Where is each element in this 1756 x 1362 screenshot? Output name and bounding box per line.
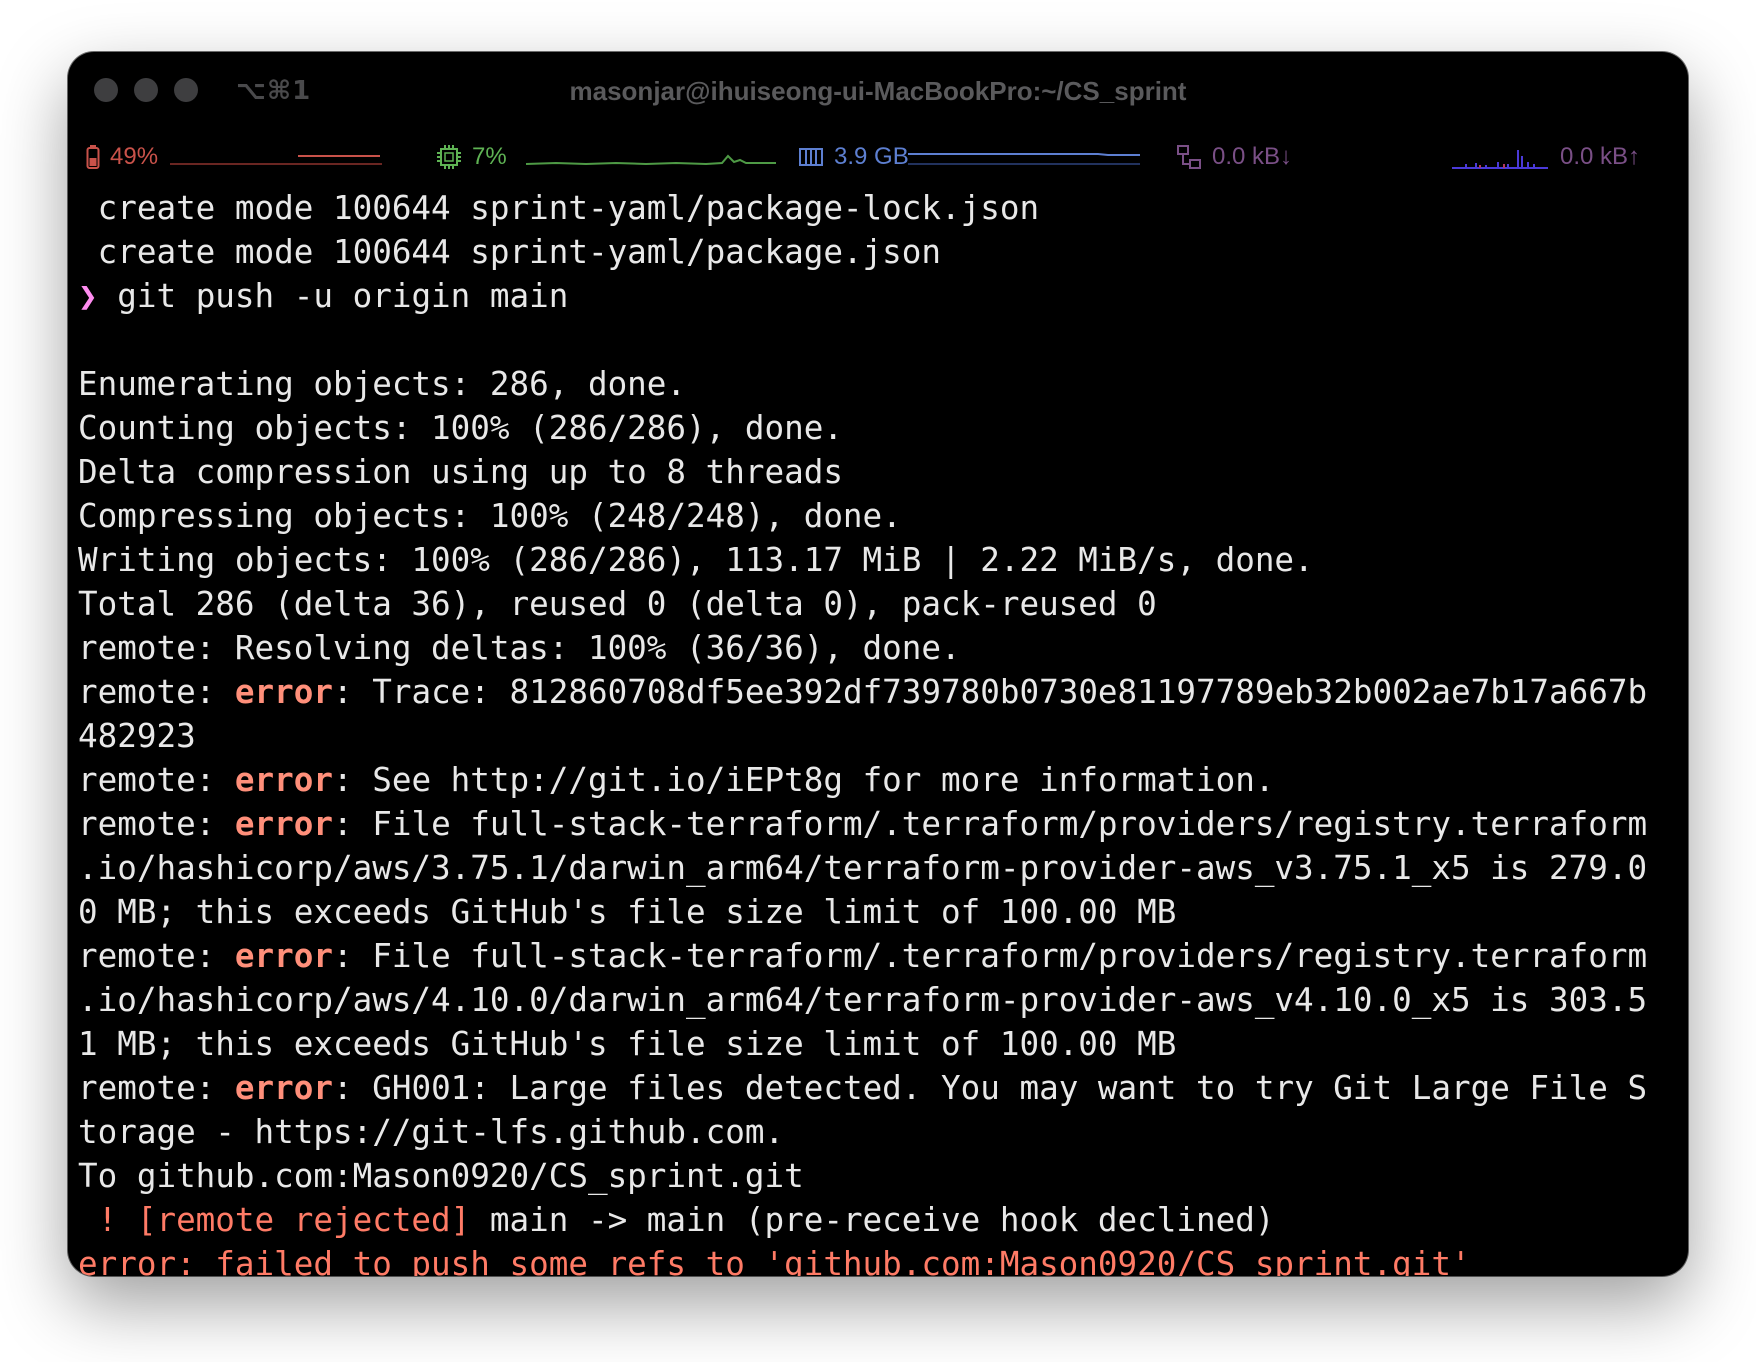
cpu-status: 7% bbox=[436, 143, 507, 171]
terminal-text: Compressing objects: 100% (248/248), don… bbox=[78, 497, 902, 535]
terminal-line: .io/hashicorp/aws/4.10.0/darwin_arm64/te… bbox=[78, 978, 1688, 1022]
terminal-text: Enumerating objects: 286, done. bbox=[78, 365, 687, 403]
terminal-line: create mode 100644 sprint-yaml/package-l… bbox=[78, 186, 1688, 230]
terminal-line: Total 286 (delta 36), reused 0 (delta 0)… bbox=[78, 582, 1688, 626]
battery-percent: 49% bbox=[110, 143, 159, 170]
terminal-line: ❯ git push -u origin main bbox=[78, 274, 1688, 318]
battery-sparkline bbox=[170, 155, 382, 165]
terminal-text: remote: bbox=[78, 673, 235, 711]
cpu-chip-icon bbox=[437, 145, 461, 169]
terminal-line: remote: error: See http://git.io/iEPt8g … bbox=[78, 758, 1688, 802]
terminal-text: Writing objects: 100% (286/286), 113.17 … bbox=[78, 541, 1314, 579]
terminal-text: ! [remote rejected] bbox=[78, 1201, 471, 1239]
error-keyword: error bbox=[234, 805, 333, 843]
terminal-text: .io/hashicorp/aws/3.75.1/darwin_arm64/te… bbox=[78, 849, 1648, 887]
status-bar: 49% 7% 3.9 GB 0.0 kB↓ 0.0 kB↑ bbox=[68, 130, 1688, 186]
terminal-text: remote: bbox=[78, 761, 235, 799]
terminal-line: .io/hashicorp/aws/3.75.1/darwin_arm64/te… bbox=[78, 846, 1688, 890]
terminal-line: Counting objects: 100% (286/286), done. bbox=[78, 406, 1688, 450]
terminal-line: remote: error: Trace: 812860708df5ee392d… bbox=[78, 670, 1688, 714]
terminal-text: remote: bbox=[78, 937, 235, 975]
terminal-text: Delta compression using up to 8 threads bbox=[78, 453, 843, 491]
terminal-line: 1 MB; this exceeds GitHub's file size li… bbox=[78, 1022, 1688, 1066]
terminal-line: remote: Resolving deltas: 100% (36/36), … bbox=[78, 626, 1688, 670]
terminal-text: : See http://git.io/iEPt8g for more info… bbox=[333, 761, 1275, 799]
network-upload-status: 0.0 kB↑ bbox=[1560, 143, 1640, 171]
terminal-line: torage - https://git-lfs.github.com. bbox=[78, 1110, 1688, 1154]
terminal-text: : Trace: 812860708df5ee392df739780b0730e… bbox=[333, 673, 1648, 711]
terminal-line: remote: error: File full-stack-terraform… bbox=[78, 934, 1688, 978]
title-bar[interactable]: ⌥⌘1 masonjar@ihuiseong-ui-MacBookPro:~/C… bbox=[68, 52, 1688, 132]
terminal-line: Enumerating objects: 286, done. bbox=[78, 362, 1688, 406]
terminal-output[interactable]: create mode 100644 sprint-yaml/package-l… bbox=[78, 186, 1688, 1276]
window-title: masonjar@ihuiseong-ui-MacBookPro:~/CS_sp… bbox=[569, 76, 1187, 106]
terminal-line: 482923 bbox=[78, 714, 1688, 758]
network-upload: 0.0 kB↑ bbox=[1560, 143, 1641, 170]
terminal-text: 482923 bbox=[78, 717, 196, 755]
terminal-text: create mode 100644 sprint-yaml/package.j… bbox=[78, 233, 942, 271]
network-sparkline bbox=[1452, 150, 1548, 169]
battery-status: 49% bbox=[86, 143, 158, 171]
terminal-text: .io/hashicorp/aws/4.10.0/darwin_arm64/te… bbox=[78, 981, 1648, 1019]
terminal-line: 0 MB; this exceeds GitHub's file size li… bbox=[78, 890, 1688, 934]
terminal-line: create mode 100644 sprint-yaml/package.j… bbox=[78, 230, 1688, 274]
network-download: 0.0 kB↓ bbox=[1212, 143, 1293, 170]
terminal-line: error: failed to push some refs to 'gith… bbox=[78, 1242, 1688, 1276]
terminal-line: Writing objects: 100% (286/286), 113.17 … bbox=[78, 538, 1688, 582]
terminal-text: : File full-stack-terraform/.terraform/p… bbox=[333, 937, 1648, 975]
error-keyword: error bbox=[234, 673, 333, 711]
terminal-text: To github.com:Mason0920/CS_sprint.git bbox=[78, 1157, 804, 1195]
battery-icon bbox=[86, 145, 100, 169]
terminal-text: : File full-stack-terraform/.terraform/p… bbox=[333, 805, 1648, 843]
terminal-text: : GH001: Large files detected. You may w… bbox=[333, 1069, 1648, 1107]
cpu-percent: 7% bbox=[472, 143, 507, 170]
memory-status: 3.9 GB bbox=[798, 143, 909, 171]
cpu-sparkline bbox=[526, 154, 776, 166]
terminal-line: remote: error: File full-stack-terraform… bbox=[78, 802, 1688, 846]
memory-sparkline bbox=[908, 153, 1140, 165]
terminal-text: 0 MB; this exceeds GitHub's file size li… bbox=[78, 893, 1177, 931]
memory-icon bbox=[799, 148, 823, 166]
memory-used: 3.9 GB bbox=[834, 143, 909, 170]
terminal-line: remote: error: GH001: Large files detect… bbox=[78, 1066, 1688, 1110]
terminal-text: Counting objects: 100% (286/286), done. bbox=[78, 409, 843, 447]
terminal-window: ⌥⌘1 masonjar@ihuiseong-ui-MacBookPro:~/C… bbox=[68, 52, 1688, 1276]
terminal-text: error: failed to push some refs to 'gith… bbox=[78, 1245, 1471, 1276]
terminal-text: 1 MB; this exceeds GitHub's file size li… bbox=[78, 1025, 1177, 1063]
terminal-text: main -> main (pre-receive hook declined) bbox=[470, 1201, 1275, 1239]
terminal-text: remote: Resolving deltas: 100% (36/36), … bbox=[78, 629, 961, 667]
terminal-line: To github.com:Mason0920/CS_sprint.git bbox=[78, 1154, 1688, 1198]
network-icon bbox=[1177, 145, 1201, 169]
terminal-text: torage - https://git-lfs.github.com. bbox=[78, 1113, 785, 1151]
terminal-line: ! [remote rejected] main -> main (pre-re… bbox=[78, 1198, 1688, 1242]
prompt-symbol: ❯ bbox=[78, 277, 98, 315]
terminal-line: Compressing objects: 100% (248/248), don… bbox=[78, 494, 1688, 538]
error-keyword: error bbox=[234, 761, 333, 799]
terminal-text: Total 286 (delta 36), reused 0 (delta 0)… bbox=[78, 585, 1157, 623]
terminal-line: Delta compression using up to 8 threads bbox=[78, 450, 1688, 494]
terminal-text: remote: bbox=[78, 1069, 235, 1107]
terminal-text: remote: bbox=[78, 805, 235, 843]
network-download-status: 0.0 kB↓ bbox=[1176, 143, 1292, 171]
error-keyword: error bbox=[234, 937, 333, 975]
terminal-text: git push -u origin main bbox=[97, 277, 569, 315]
error-keyword: error bbox=[234, 1069, 333, 1107]
terminal-text: create mode 100644 sprint-yaml/package-l… bbox=[78, 189, 1040, 227]
